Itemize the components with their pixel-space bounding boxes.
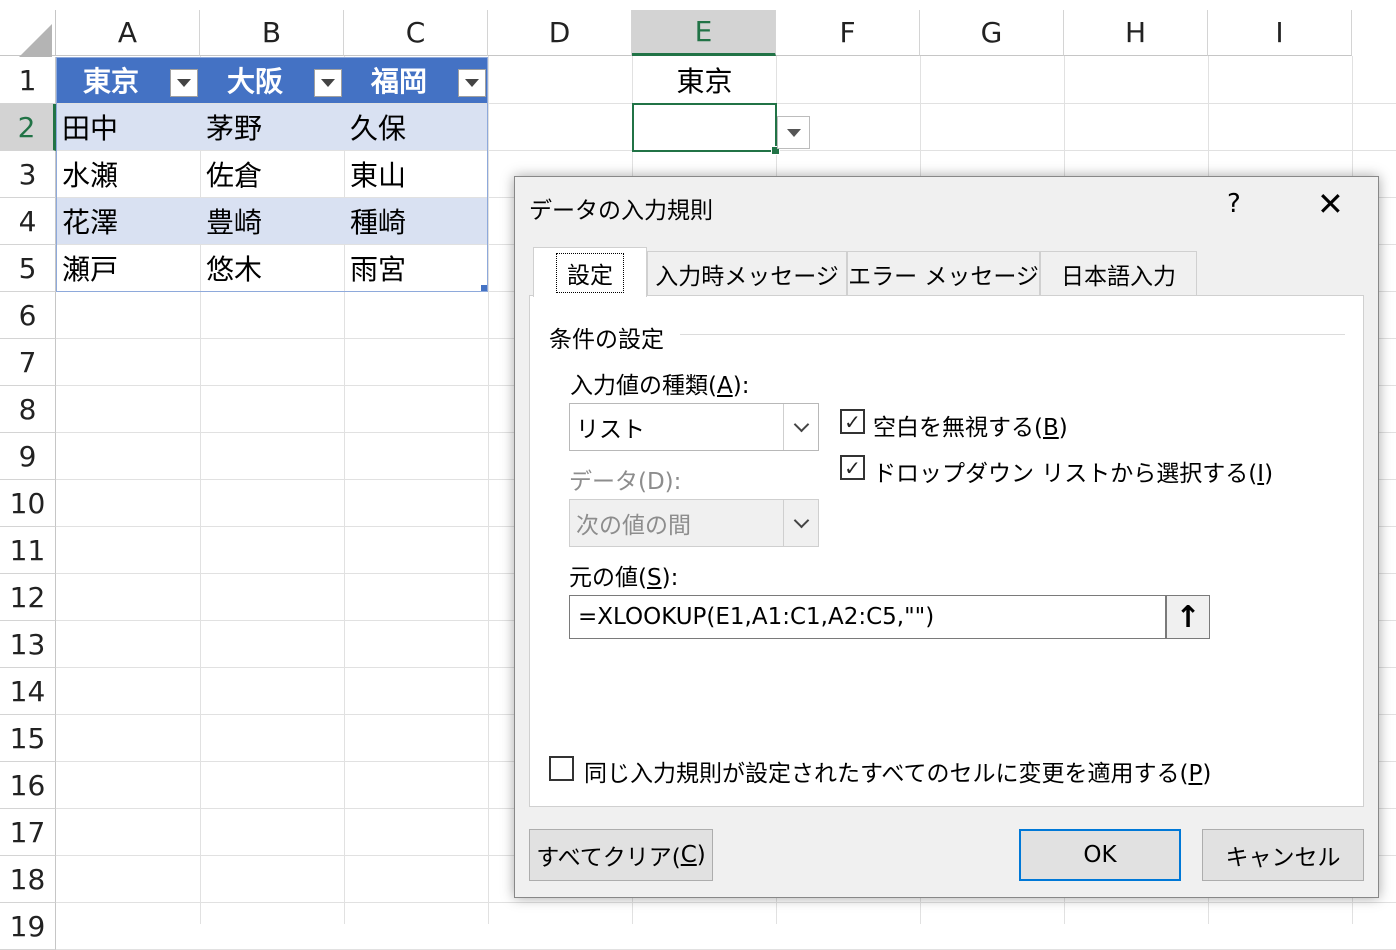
tab-input-message[interactable]: 入力時メッセージ (647, 251, 847, 295)
data-select: 次の値の間 (569, 499, 819, 547)
range-collapse-button[interactable]: ↑ (1166, 595, 1210, 639)
apply-all-label: 同じ入力規則が設定されたすべてのセルに変更を適用する(P) (584, 761, 1212, 787)
chevron-down-icon (786, 128, 801, 137)
table-cell[interactable]: 悠木 (200, 245, 344, 291)
chevron-down-icon (783, 404, 818, 450)
row-header-14[interactable]: 14 (0, 668, 56, 715)
row-header-15[interactable]: 15 (0, 715, 56, 762)
table-cell[interactable]: 茅野 (200, 104, 344, 150)
allow-label: 入力値の種類(A): (570, 373, 750, 399)
cancel-button[interactable]: キャンセル (1202, 829, 1364, 881)
column-header-G[interactable]: G (920, 10, 1064, 56)
ok-button[interactable]: OK (1019, 829, 1181, 881)
row-header-7[interactable]: 7 (0, 339, 56, 386)
filter-dropdown-button[interactable] (314, 69, 342, 97)
row-header-5[interactable]: 5 (0, 245, 56, 292)
gridline-horizontal (56, 902, 1396, 903)
source-input[interactable]: =XLOOKUP(E1,A1:C1,A2:C5,"") (569, 595, 1166, 639)
column-header-C[interactable]: C (344, 10, 488, 56)
data-label: データ(D): (569, 469, 682, 495)
column-header-I[interactable]: I (1208, 10, 1352, 56)
table-header-cell[interactable]: 福岡 (344, 57, 488, 103)
table-cell[interactable]: 瀬戸 (56, 245, 200, 291)
table-resize-handle[interactable] (481, 285, 487, 291)
dialog-title: データの入力規則 (529, 198, 713, 224)
table-header-label: 東京 (82, 65, 139, 98)
section-title: 条件の設定 (549, 327, 664, 353)
column-header-E[interactable]: E (632, 10, 776, 56)
tab-error-alert[interactable]: エラー メッセージ (847, 251, 1040, 295)
arrow-up-icon: ↑ (1175, 599, 1201, 635)
chevron-down-icon (465, 79, 479, 87)
filter-dropdown-button[interactable] (458, 69, 486, 97)
row-header-19[interactable]: 19 (0, 903, 56, 950)
tab-ime-mode[interactable]: 日本語入力 (1040, 251, 1197, 295)
table-header-cell[interactable]: 東京 (56, 57, 200, 103)
table-header-label: 福岡 (370, 65, 427, 98)
row-header-13[interactable]: 13 (0, 621, 56, 668)
table-cell[interactable]: 雨宮 (344, 245, 488, 291)
active-cell-E2[interactable] (632, 103, 777, 152)
settings-panel: 条件の設定 入力値の種類(A): リスト データ(D): 次の値の間 ✓ 空白を… (529, 295, 1364, 807)
row-header-12[interactable]: 12 (0, 574, 56, 621)
column-header-B[interactable]: B (200, 10, 344, 56)
clear-all-button[interactable]: すべてクリア(C) (529, 829, 713, 881)
gridline-vertical (488, 56, 489, 924)
close-icon[interactable]: ✕ (1317, 185, 1344, 223)
filter-dropdown-button[interactable] (170, 69, 198, 97)
table-header-cell[interactable]: 大阪 (200, 57, 344, 103)
table-cell[interactable]: 花澤 (56, 198, 200, 244)
source-label: 元の値(S): (569, 565, 679, 591)
row-header-11[interactable]: 11 (0, 527, 56, 574)
ignore-blank-checkbox[interactable]: ✓ (840, 409, 865, 434)
table-cell[interactable]: 田中 (56, 104, 200, 150)
validation-dropdown-button[interactable] (777, 116, 810, 149)
row-header-6[interactable]: 6 (0, 292, 56, 339)
chevron-down-icon (177, 79, 191, 87)
select-all-corner[interactable] (0, 10, 56, 62)
row-header-3[interactable]: 3 (0, 151, 56, 198)
table-cell[interactable]: 水瀬 (56, 151, 200, 197)
row-header-1[interactable]: 1 (0, 57, 56, 104)
column-header-D[interactable]: D (488, 10, 632, 56)
help-icon[interactable]: ? (1227, 189, 1241, 219)
chevron-down-icon (783, 500, 818, 546)
apply-all-checkbox[interactable] (549, 756, 574, 781)
row-header-9[interactable]: 9 (0, 433, 56, 480)
row-header-17[interactable]: 17 (0, 809, 56, 856)
table-cell[interactable]: 佐倉 (200, 151, 344, 197)
chevron-down-icon (321, 79, 335, 87)
allow-select[interactable]: リスト (569, 403, 819, 451)
table-cell[interactable]: 豊崎 (200, 198, 344, 244)
table-cell[interactable]: 種崎 (344, 198, 488, 244)
ignore-blank-label: 空白を無視する(B) (873, 415, 1068, 441)
tab-settings[interactable]: 設定 (533, 247, 647, 297)
row-header-10[interactable]: 10 (0, 480, 56, 527)
row-header-4[interactable]: 4 (0, 198, 56, 245)
table-cell[interactable]: 久保 (344, 104, 488, 150)
in-cell-dropdown-label: ドロップダウン リストから選択する(I) (873, 461, 1274, 487)
in-cell-dropdown-checkbox[interactable]: ✓ (840, 455, 865, 480)
table-cell[interactable]: 東山 (344, 151, 488, 197)
data-validation-dialog: データの入力規則 ? ✕ 設定 入力時メッセージ エラー メッセージ 日本語入力… (514, 176, 1379, 898)
column-header-H[interactable]: H (1064, 10, 1208, 56)
row-header-16[interactable]: 16 (0, 762, 56, 809)
column-header-F[interactable]: F (776, 10, 920, 56)
row-header-18[interactable]: 18 (0, 856, 56, 903)
row-header-2[interactable]: 2 (0, 104, 56, 151)
section-divider (680, 334, 1345, 335)
row-header-8[interactable]: 8 (0, 386, 56, 433)
column-header-A[interactable]: A (56, 10, 200, 56)
cell-E1[interactable]: 東京 (632, 57, 777, 103)
table-header-label: 大阪 (226, 65, 283, 98)
